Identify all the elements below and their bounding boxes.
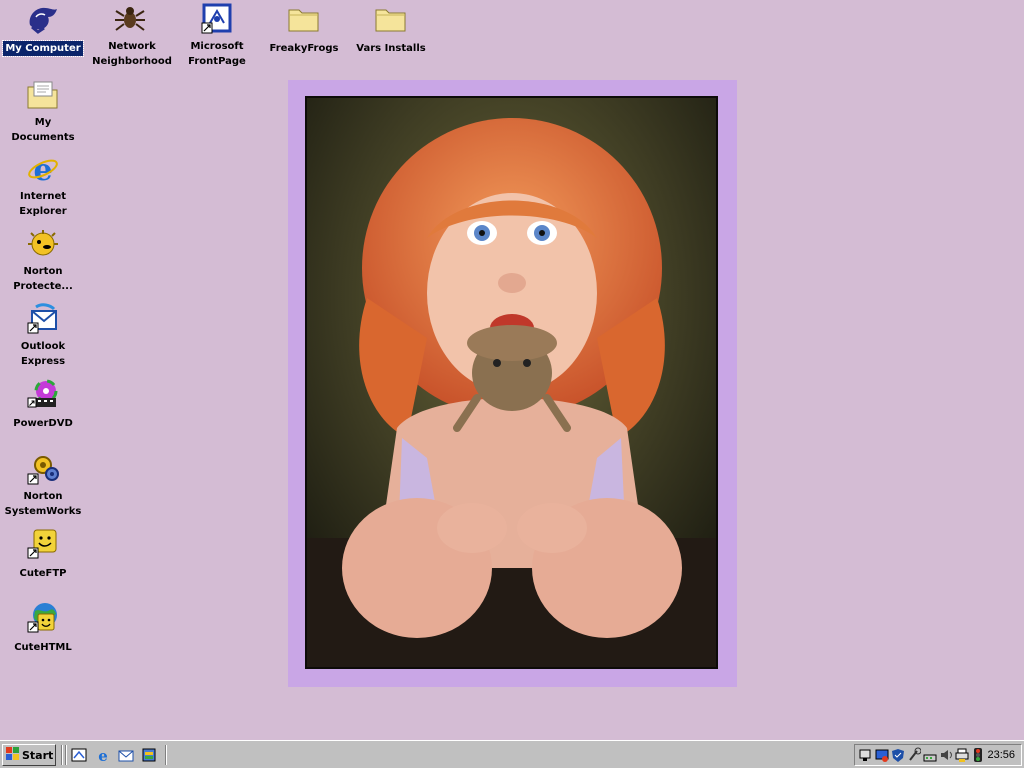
- wallpaper-frame: [288, 80, 737, 687]
- norton-systemworks-icon: [26, 452, 60, 486]
- powerdvd-icon: [26, 377, 60, 411]
- folder-icon: [374, 2, 408, 36]
- start-button[interactable]: Start: [2, 744, 56, 766]
- desktop-icon-vars-installs[interactable]: Vars Installs: [349, 2, 433, 56]
- desktop-icon-network-neighborhood[interactable]: Network Neighborhood: [88, 2, 172, 69]
- frontpage-icon: [200, 2, 234, 36]
- desktop-icon-freakyfrogs[interactable]: FreakyFrogs: [262, 2, 346, 56]
- outlook-express-icon: [26, 302, 60, 336]
- shield-tray-icon[interactable]: [891, 747, 905, 763]
- icon-label: PowerDVD: [13, 418, 73, 429]
- tools-tray-icon[interactable]: [907, 747, 922, 763]
- clock[interactable]: 23:56: [987, 749, 1015, 761]
- desktop-icon-microsoft-frontpage[interactable]: Microsoft FrontPage: [175, 2, 259, 69]
- desktop: My Computer Network Neighborhood Microso…: [0, 0, 1024, 740]
- desktop-icon-norton-systemworks[interactable]: Norton SystemWorks: [1, 452, 85, 519]
- channels-icon[interactable]: [140, 746, 158, 764]
- desktop-icon-cuteftp[interactable]: CuteFTP: [1, 527, 85, 581]
- display-tray-icon[interactable]: [875, 747, 889, 763]
- taskbar-separator: [65, 745, 67, 765]
- desktop-icon-my-computer[interactable]: My Computer: [1, 2, 85, 57]
- my-documents-icon: [26, 78, 60, 112]
- volume-tray-icon[interactable]: [939, 747, 953, 763]
- icon-label: Norton Protecte...: [13, 266, 73, 292]
- icon-label: My Computer: [2, 40, 84, 57]
- icon-label: Outlook Express: [20, 341, 66, 367]
- child-with-frog-photo: [307, 98, 716, 667]
- icon-label: Microsoft FrontPage: [188, 41, 246, 67]
- network-neighborhood-icon: [113, 2, 147, 36]
- icon-label: My Documents: [11, 117, 75, 143]
- system-tray: 23:56: [854, 744, 1022, 766]
- icon-label: Norton SystemWorks: [4, 491, 82, 517]
- icon-label: Network Neighborhood: [92, 41, 172, 67]
- desktop-icon-internet-explorer[interactable]: e Internet Explorer: [1, 152, 85, 219]
- desktop-icon-powerdvd[interactable]: PowerDVD: [1, 377, 85, 431]
- taskbar-separator: [61, 745, 63, 765]
- taskbar-separator: [165, 745, 167, 765]
- folder-icon: [287, 2, 321, 36]
- taskbar: Start e 23:56: [0, 740, 1024, 768]
- desktop-icon-cutehtml[interactable]: CuteHTML: [1, 601, 85, 655]
- svg-text:e: e: [33, 153, 52, 186]
- network-tray-icon[interactable]: [859, 747, 873, 763]
- modem-tray-icon[interactable]: [923, 747, 937, 763]
- wallpaper-photo: [305, 96, 718, 669]
- internet-explorer-icon[interactable]: e: [94, 746, 112, 764]
- svg-text:e: e: [98, 747, 108, 763]
- printer-tray-icon[interactable]: [955, 747, 969, 763]
- icon-label: CuteFTP: [19, 568, 67, 579]
- cutehtml-icon: [26, 601, 60, 635]
- my-computer-icon: [26, 2, 60, 36]
- traffic-light-tray-icon[interactable]: [971, 747, 985, 763]
- icon-label: Vars Installs: [356, 43, 426, 54]
- desktop-icon-outlook-express[interactable]: Outlook Express: [1, 302, 85, 369]
- norton-protected-icon: [26, 227, 60, 261]
- internet-explorer-icon: e: [26, 152, 60, 186]
- desktop-icon-my-documents[interactable]: My Documents: [1, 78, 85, 145]
- start-label: Start: [22, 748, 54, 762]
- icon-label: Internet Explorer: [19, 191, 67, 217]
- cuteftp-icon: [26, 527, 60, 561]
- icon-label: FreakyFrogs: [269, 43, 339, 54]
- icon-label: CuteHTML: [14, 642, 72, 653]
- desktop-icon-norton-protected[interactable]: Norton Protecte...: [1, 227, 85, 294]
- outlook-express-icon[interactable]: [117, 746, 135, 764]
- show-desktop-icon[interactable]: [70, 746, 88, 764]
- windows-logo-icon: [6, 747, 20, 763]
